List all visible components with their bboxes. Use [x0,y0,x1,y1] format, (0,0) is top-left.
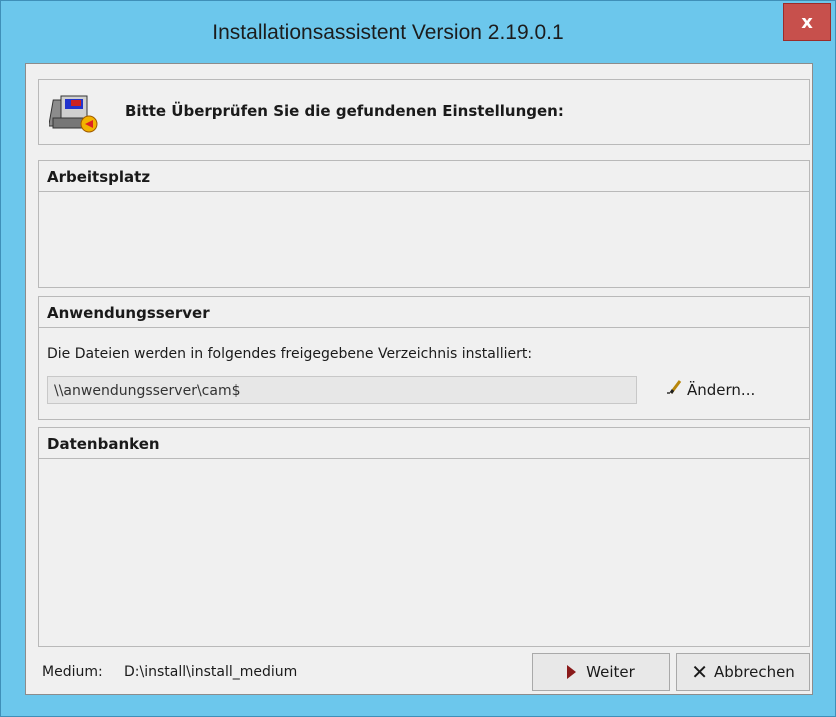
cancel-button-label: Abbrechen [713,663,795,681]
header-panel: Bitte Überprüfen Sie die gefundenen Eins… [38,79,810,145]
installer-computer-icon [48,90,101,140]
dialog-client-area: Bitte Überprüfen Sie die gefundenen Eins… [25,63,813,695]
cancel-button[interactable]: ✕ Abbrechen [676,653,810,691]
status-medium-label: Medium: [42,664,103,680]
pencil-icon [665,377,687,403]
next-button-label: Weiter [586,663,635,681]
status-medium-value: D:\install\install_medium [124,664,298,680]
section-datenbanken: Datenbanken [38,427,810,647]
server-path-field: \\anwendungsserver\cam$ [47,376,637,404]
close-x-icon: ✕ [691,660,708,684]
change-path-label: Ändern... [687,381,756,399]
section-title-arbeitsplatz: Arbeitsplatz [39,161,809,192]
installer-window: Installationsassistent Version 2.19.0.1 … [0,0,836,717]
server-description: Die Dateien werden in folgendes freigege… [47,346,533,362]
play-arrow-icon [567,665,577,679]
window-title: Installationsassistent Version 2.19.0.1 [212,21,564,44]
close-button[interactable]: x [783,3,831,41]
title-bar: Installationsassistent Version 2.19.0.1 … [1,1,835,63]
header-text: Bitte Überprüfen Sie die gefundenen Eins… [125,102,564,120]
section-arbeitsplatz: Arbeitsplatz [38,160,810,288]
change-path-button[interactable]: Ändern... [665,377,785,403]
section-title-anwendungsserver: Anwendungsserver [39,297,809,328]
section-title-datenbanken: Datenbanken [39,428,809,459]
next-button[interactable]: Weiter [532,653,670,691]
section-anwendungsserver: Anwendungsserver Die Dateien werden in f… [38,296,810,420]
